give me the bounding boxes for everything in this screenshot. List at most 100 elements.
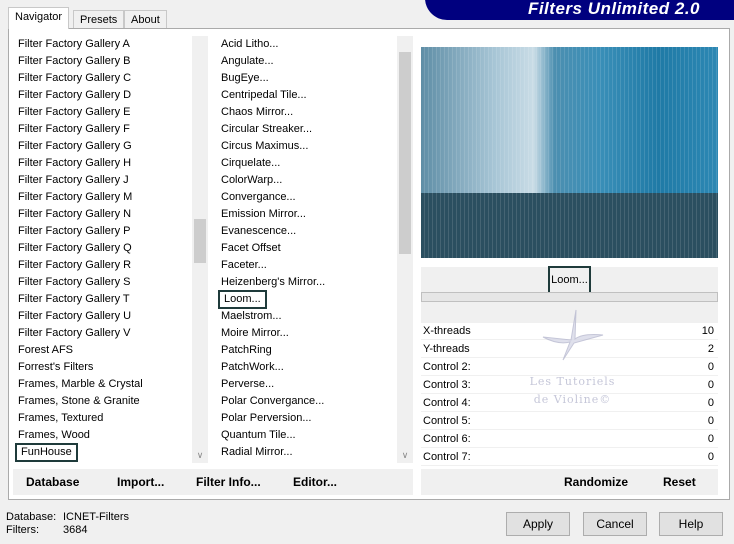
tab-presets[interactable]: Presets <box>73 10 125 29</box>
tab-about[interactable]: About <box>124 10 167 29</box>
help-button[interactable]: Help <box>659 512 723 536</box>
filter-item[interactable]: Faceter... <box>216 257 397 274</box>
category-item-label: Filter Factory Gallery Q <box>18 242 132 254</box>
filter-item[interactable]: Chaos Mirror... <box>216 104 397 121</box>
filter-item[interactable]: Perverse... <box>216 376 397 393</box>
category-item[interactable]: Frames, Stone & Granite <box>13 393 192 410</box>
tab-navigator[interactable]: Navigator <box>8 7 70 29</box>
param-row[interactable]: Control 7: 0 <box>421 449 718 466</box>
category-item[interactable]: Forrest's Filters <box>13 359 192 376</box>
category-item[interactable]: Filter Factory Gallery N <box>13 206 192 223</box>
category-item-label: Filter Factory Gallery F <box>18 123 130 135</box>
filter-item[interactable]: Moire Mirror... <box>216 325 397 342</box>
filter-item-label: Quantum Tile... <box>221 429 296 441</box>
category-item-label: Filter Factory Gallery J <box>18 174 129 186</box>
param-row[interactable]: Control 5: 0 <box>421 413 718 430</box>
category-item[interactable]: Filter Factory Gallery R <box>13 257 192 274</box>
filter-item[interactable]: Maelstrom... <box>216 308 397 325</box>
filter-item-label: BugEye... <box>221 72 269 84</box>
filter-item-label: Emission Mirror... <box>221 208 306 220</box>
param-value[interactable]: 0 <box>708 449 714 466</box>
filter-item[interactable]: Emission Mirror... <box>216 206 397 223</box>
param-value[interactable]: 0 <box>708 413 714 430</box>
randomize-button[interactable]: Randomize <box>564 475 628 489</box>
filter-item[interactable]: Quantum Tile... <box>216 427 397 444</box>
category-item[interactable]: Frames, Wood <box>13 427 192 444</box>
category-item[interactable]: Filter Factory Gallery C <box>13 70 192 87</box>
reset-button[interactable]: Reset <box>663 475 696 489</box>
category-item[interactable]: Filter Factory Gallery F <box>13 121 192 138</box>
category-item-label: Filter Factory Gallery A <box>18 38 130 50</box>
category-item[interactable]: Filter Factory Gallery A <box>13 36 192 53</box>
param-value[interactable]: 0 <box>708 395 714 412</box>
category-item[interactable]: Frames, Marble & Crystal <box>13 376 192 393</box>
param-value[interactable]: 0 <box>708 359 714 376</box>
category-item[interactable]: Filter Factory Gallery J <box>13 172 192 189</box>
editor-button[interactable]: Editor... <box>293 475 337 489</box>
filter-item[interactable]: Polar Perversion... <box>216 410 397 427</box>
category-item[interactable]: Forest AFS <box>13 342 192 359</box>
category-item[interactable]: Filter Factory Gallery B <box>13 53 192 70</box>
filter-item[interactable]: PatchWork... <box>216 359 397 376</box>
filter-list[interactable]: Acid Litho... Angulate... BugEye... Centrip… <box>216 36 397 463</box>
apply-button[interactable]: Apply <box>506 512 570 536</box>
filter-item[interactable]: Polar Convergance... <box>216 393 397 410</box>
category-item[interactable]: Filter Factory Gallery M <box>13 189 192 206</box>
category-item-label: Filter Factory Gallery N <box>18 208 132 220</box>
category-item[interactable]: Filter Factory Gallery H <box>13 155 192 172</box>
filter-item-label: Perverse... <box>221 378 275 390</box>
category-item[interactable]: Filter Factory Gallery U <box>13 308 192 325</box>
category-item[interactable]: Filter Factory Gallery D <box>13 87 192 104</box>
category-item[interactable]: Frames, Textured <box>13 410 192 427</box>
param-label: Control 3: <box>423 379 471 391</box>
filter-item[interactable]: Facet Offset <box>216 240 397 257</box>
filter-item[interactable]: BugEye... <box>216 70 397 87</box>
category-item[interactable]: Filter Factory Gallery T <box>13 291 192 308</box>
chevron-down-icon[interactable]: ∨ <box>192 450 208 461</box>
category-item-label: Filter Factory Gallery H <box>18 157 132 169</box>
chevron-down-icon[interactable]: ∨ <box>397 450 413 461</box>
filter-item[interactable]: Angulate... <box>216 53 397 70</box>
param-value[interactable]: 10 <box>702 323 714 340</box>
param-value[interactable]: 0 <box>708 377 714 394</box>
category-item[interactable]: FunHouse <box>13 443 192 462</box>
butterfly-icon <box>542 309 603 361</box>
right-button-bar: Randomize Reset <box>421 469 718 495</box>
category-item[interactable]: Filter Factory Gallery Q <box>13 240 192 257</box>
filter-item[interactable]: PatchRing <box>216 342 397 359</box>
scroll-thumb[interactable] <box>399 52 411 254</box>
filter-item[interactable]: Evanescence... <box>216 223 397 240</box>
param-value[interactable]: 2 <box>708 341 714 358</box>
filter-item[interactable]: Circus Maximus... <box>216 138 397 155</box>
filter-item[interactable]: Convergance... <box>216 189 397 206</box>
database-button[interactable]: Database <box>26 475 79 489</box>
filter-item[interactable]: ColorWarp... <box>216 172 397 189</box>
scroll-thumb[interactable] <box>194 219 206 263</box>
filter-item[interactable]: Cirquelate... <box>216 155 397 172</box>
filter-info-button[interactable]: Filter Info... <box>196 475 261 489</box>
filter-item[interactable]: Heizenberg's Mirror... <box>216 274 397 291</box>
category-item[interactable]: Filter Factory Gallery G <box>13 138 192 155</box>
category-item[interactable]: Filter Factory Gallery P <box>13 223 192 240</box>
import-button[interactable]: Import... <box>117 475 164 489</box>
filter-item[interactable]: Loom... <box>216 290 397 309</box>
filter-name-button[interactable]: Loom... <box>548 266 591 294</box>
category-scrollbar[interactable]: ∨ <box>192 36 208 463</box>
category-item-label: Frames, Textured <box>18 412 104 424</box>
category-item[interactable]: Filter Factory Gallery V <box>13 325 192 342</box>
param-label: Control 5: <box>423 415 471 427</box>
category-item[interactable]: Filter Factory Gallery E <box>13 104 192 121</box>
filter-scrollbar[interactable]: ∨ <box>397 36 413 463</box>
category-item[interactable]: Filter Factory Gallery S <box>13 274 192 291</box>
category-list[interactable]: Filter Factory Gallery A Filter Factory G… <box>13 36 192 463</box>
filter-item[interactable]: Centripedal Tile... <box>216 87 397 104</box>
cancel-button[interactable]: Cancel <box>583 512 647 536</box>
filter-item-label: ColorWarp... <box>221 174 283 186</box>
param-row[interactable]: Control 6: 0 <box>421 431 718 448</box>
filter-item[interactable]: Acid Litho... <box>216 36 397 53</box>
param-value[interactable]: 0 <box>708 431 714 448</box>
left-button-bar: Database Import... Filter Info... Editor… <box>13 469 413 495</box>
category-item-label: Forest AFS <box>18 344 74 356</box>
filter-item[interactable]: Circular Streaker... <box>216 121 397 138</box>
filter-item[interactable]: Radial Mirror... <box>216 444 397 461</box>
